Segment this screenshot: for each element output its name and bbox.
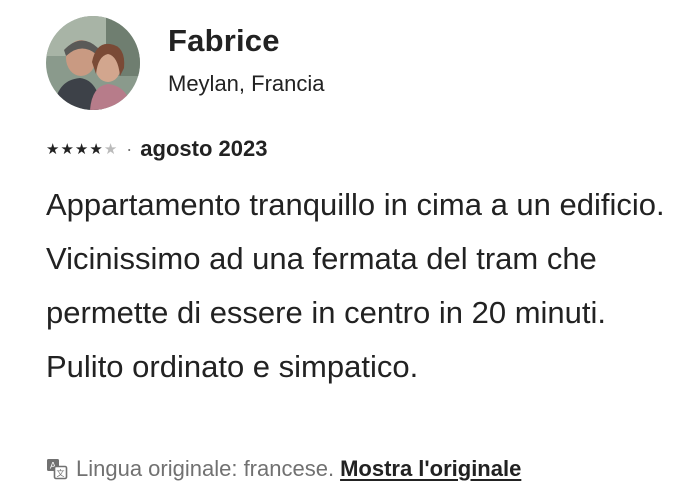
review-card: Fabrice Meylan, Francia ★ ★ ★ ★ ★ · agosto 2…: [0, 0, 700, 500]
reviewer-location: Meylan, Francia: [168, 70, 325, 96]
star-rating: ★ ★ ★ ★ ★: [46, 142, 118, 157]
reviewer-identity: Fabrice Meylan, Francia: [168, 23, 325, 97]
translate-icon: A 文: [46, 458, 68, 480]
svg-text:文: 文: [57, 468, 65, 478]
reviewer-header: Fabrice Meylan, Francia: [46, 16, 325, 110]
separator-dot: ·: [126, 138, 133, 159]
review-text: Appartamento tranquillo in cima a un edi…: [46, 187, 665, 384]
avatar-photo: [46, 16, 140, 110]
star-filled-icon: ★: [60, 140, 74, 158]
show-original-link[interactable]: Mostra l'originale: [340, 456, 521, 482]
translation-note: A 文 Lingua originale: francese. Mostra l…: [46, 456, 521, 482]
translation-note-text: Lingua originale: francese.: [76, 456, 335, 481]
review-date: agosto 2023: [140, 136, 268, 161]
star-empty-icon: ★: [103, 140, 118, 158]
star-filled-icon: ★: [46, 140, 60, 158]
review-meta: ★ ★ ★ ★ ★ · agosto 2023: [46, 136, 267, 162]
reviewer-name[interactable]: Fabrice: [168, 23, 325, 59]
star-filled-icon: ★: [89, 140, 103, 158]
star-filled-icon: ★: [74, 140, 89, 158]
avatar[interactable]: [46, 16, 140, 110]
